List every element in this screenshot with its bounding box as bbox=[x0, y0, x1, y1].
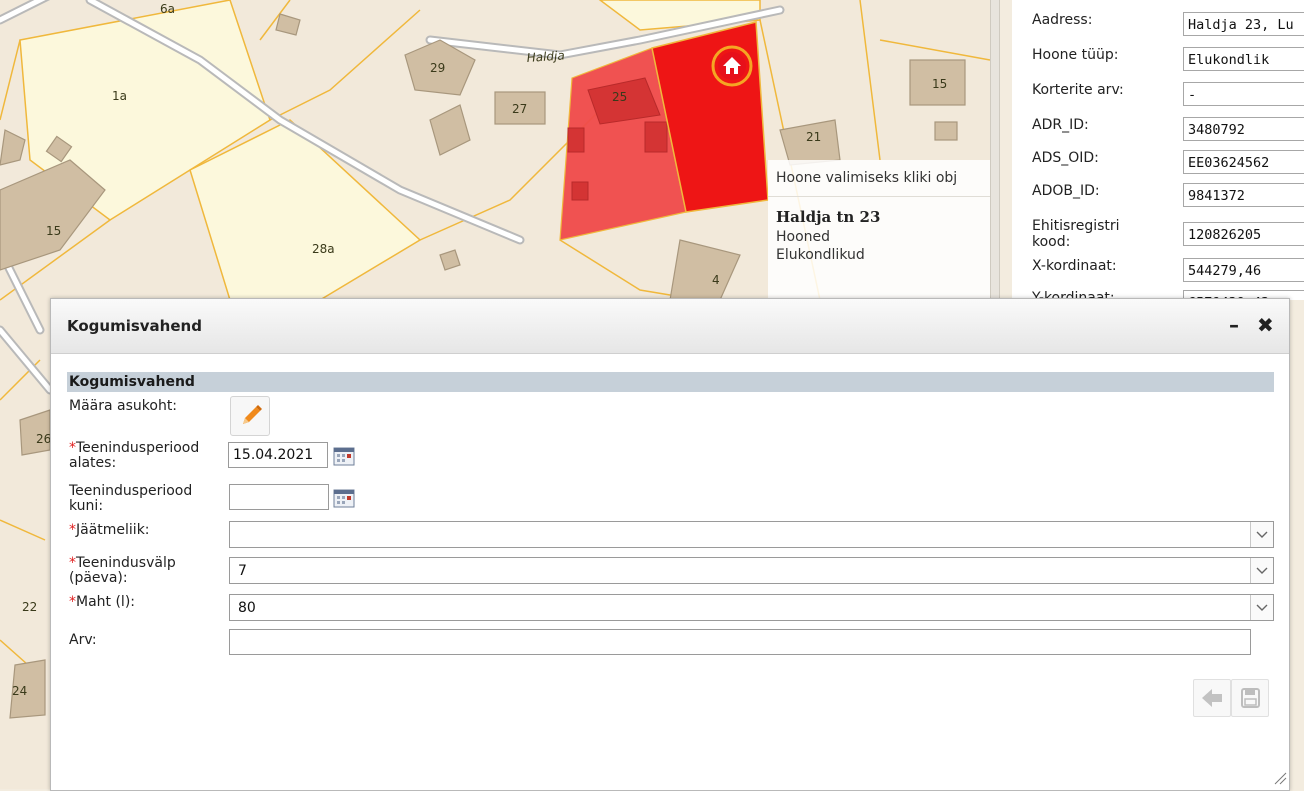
volume-value: 80 bbox=[238, 600, 256, 616]
svg-text:22: 22 bbox=[22, 600, 37, 614]
attr-label: Ehitisregistri kood: bbox=[1032, 218, 1120, 250]
waste-type-label: *Jäätmeliik: bbox=[69, 522, 150, 538]
save-button[interactable] bbox=[1231, 679, 1269, 717]
attr-label: ADOB_ID: bbox=[1032, 183, 1100, 199]
attr-label: X-kordinaat: bbox=[1032, 258, 1117, 274]
calendar-icon[interactable] bbox=[333, 488, 355, 508]
svg-text:28a: 28a bbox=[312, 242, 335, 256]
volume-label: *Maht (l): bbox=[69, 594, 136, 610]
map-info-box: Hoone valimiseks kliki obj Haldja tn 23 … bbox=[768, 160, 990, 300]
collection-container-dialog: Kogumisvahend – ✖ Kogumisvahend Määra as… bbox=[50, 298, 1290, 791]
svg-text:25: 25 bbox=[612, 90, 627, 104]
svg-text:1a: 1a bbox=[112, 89, 127, 103]
x-coordinate-field[interactable]: 544279,46 bbox=[1183, 258, 1304, 282]
back-button[interactable] bbox=[1193, 679, 1231, 717]
map-info-title: Haldja tn 23 bbox=[776, 208, 881, 226]
svg-text:Haldja: Haldja bbox=[526, 48, 565, 65]
count-input[interactable] bbox=[229, 629, 1251, 655]
svg-text:21: 21 bbox=[806, 130, 821, 144]
volume-select[interactable]: 80 bbox=[229, 594, 1274, 621]
svg-text:4: 4 bbox=[712, 273, 720, 287]
svg-text:29: 29 bbox=[430, 61, 445, 75]
svg-text:6a: 6a bbox=[160, 2, 175, 16]
minimize-icon[interactable]: – bbox=[1229, 313, 1239, 337]
registry-code-field[interactable]: 120826205 bbox=[1183, 222, 1304, 246]
chevron-down-icon[interactable] bbox=[1250, 522, 1273, 547]
arrow-left-icon bbox=[1202, 689, 1222, 707]
svg-text:26: 26 bbox=[36, 432, 51, 446]
chevron-down-icon[interactable] bbox=[1250, 595, 1273, 620]
section-title: Kogumisvahend bbox=[69, 374, 195, 390]
svg-text:15: 15 bbox=[932, 77, 947, 91]
svg-text:24: 24 bbox=[12, 684, 27, 698]
divider bbox=[768, 196, 990, 197]
pencil-icon bbox=[243, 405, 262, 424]
adob-id-field[interactable]: 9841372 bbox=[1183, 183, 1304, 207]
service-start-input[interactable]: 15.04.2021 bbox=[228, 442, 328, 468]
apartments-field[interactable]: - bbox=[1183, 82, 1304, 106]
required-marker: * bbox=[69, 522, 76, 538]
required-marker: * bbox=[69, 594, 76, 610]
dialog-header[interactable]: Kogumisvahend – ✖ bbox=[51, 299, 1289, 354]
calendar-icon[interactable] bbox=[333, 446, 355, 466]
building-type-field[interactable]: Elukondlik bbox=[1183, 47, 1304, 71]
attr-label: Hoone tüüp: bbox=[1032, 47, 1119, 63]
required-marker: * bbox=[69, 440, 76, 456]
chevron-down-icon[interactable] bbox=[1250, 558, 1273, 583]
service-end-label: Teenindusperiood kuni: bbox=[69, 483, 193, 514]
count-label: Arv: bbox=[69, 632, 97, 648]
map-info-hint: Hoone valimiseks kliki obj bbox=[776, 170, 958, 186]
save-icon bbox=[1241, 688, 1260, 708]
attr-label: ADR_ID: bbox=[1032, 117, 1089, 133]
attr-label: ADS_OID: bbox=[1032, 150, 1099, 166]
attribute-panel: Aadress: Haldja 23, Lu Hoone tüüp: Eluko… bbox=[1012, 0, 1304, 300]
panel-splitter[interactable] bbox=[990, 0, 1000, 300]
service-interval-value: 7 bbox=[238, 563, 247, 579]
service-start-label: *Teenindusperiood alates: bbox=[69, 440, 200, 471]
set-location-button[interactable] bbox=[230, 396, 270, 436]
svg-text:15: 15 bbox=[46, 224, 61, 238]
address-field[interactable]: Haldja 23, Lu bbox=[1183, 12, 1304, 36]
service-interval-select[interactable]: 7 bbox=[229, 557, 1274, 584]
location-label: Määra asukoht: bbox=[69, 398, 178, 414]
required-marker: * bbox=[69, 555, 76, 571]
svg-text:27: 27 bbox=[512, 102, 527, 116]
service-end-input[interactable] bbox=[229, 484, 329, 510]
map-info-subcategory: Elukondlikud bbox=[776, 247, 865, 263]
waste-type-select[interactable] bbox=[229, 521, 1274, 548]
ads-oid-field[interactable]: EE03624562 bbox=[1183, 150, 1304, 174]
attr-label: Aadress: bbox=[1032, 12, 1093, 28]
service-interval-label: *Teenindusvälp (päeva): bbox=[69, 555, 176, 586]
close-icon[interactable]: ✖ bbox=[1257, 313, 1274, 337]
section-header: Kogumisvahend bbox=[67, 372, 1274, 392]
dialog-title: Kogumisvahend bbox=[67, 317, 202, 335]
resize-handle-icon[interactable] bbox=[1273, 771, 1287, 785]
attr-label: Korterite arv: bbox=[1032, 82, 1124, 98]
adr-id-field[interactable]: 3480792 bbox=[1183, 117, 1304, 141]
map-info-category: Hooned bbox=[776, 229, 831, 245]
